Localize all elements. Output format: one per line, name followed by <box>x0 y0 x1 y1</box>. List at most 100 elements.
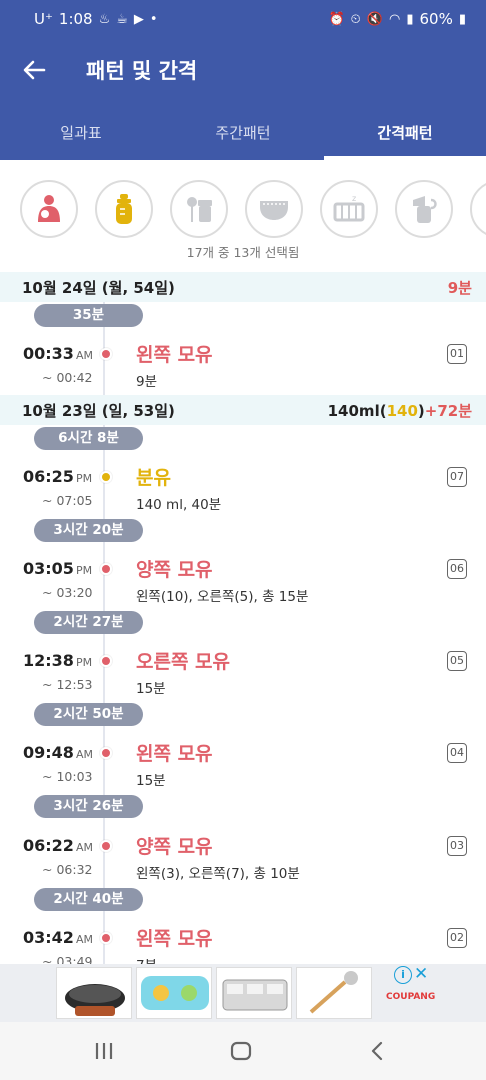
interval-list[interactable]: 10월 24일 (월, 54일) 9분 35분 00:33 AM ~ 00:42 … <box>0 272 486 964</box>
tab-schedule[interactable]: 일과표 <box>0 110 162 160</box>
tab-interval-pattern[interactable]: 간격패턴 <box>324 110 486 160</box>
filter-breastfeeding[interactable] <box>20 180 78 238</box>
entry-number-badge: 02 <box>447 928 467 948</box>
cup-icon: ☕ <box>116 11 128 27</box>
clock: 1:08 <box>58 10 93 28</box>
filter-pumping[interactable] <box>395 180 453 238</box>
day-label: 10월 24일 (월, 54일) <box>22 279 175 297</box>
feeding-entry[interactable]: 03:42AM ~ 03:49 왼쪽 모유 7분 02 <box>0 928 486 964</box>
entry-time: 12:38 <box>23 651 74 670</box>
entry-ampm: PM <box>75 656 93 669</box>
breastfeeding-dot-icon <box>100 563 112 575</box>
dot-icon: • <box>149 11 158 27</box>
day-summary: 9분 <box>447 279 472 297</box>
entry-end-time: ~ 00:42 <box>42 370 93 385</box>
ad-info-icon[interactable]: i <box>394 966 412 984</box>
interval-pill: 2시간 27분 <box>34 611 143 634</box>
ad-brand-label: COUPANG <box>386 992 436 1002</box>
entry-time: 03:05 <box>23 559 74 578</box>
breastfeeding-dot-icon <box>100 655 112 667</box>
entry-number-badge: 01 <box>447 344 467 364</box>
entry-number-badge: 07 <box>447 467 467 487</box>
day-summary-paren-open: ( <box>379 402 387 420</box>
breastfeeding-dot-icon <box>100 747 112 759</box>
more-icon <box>482 192 486 226</box>
entry-detail: 왼쪽(10), 오른쪽(5), 총 15분 <box>136 589 309 605</box>
entry-ampm: PM <box>75 564 93 577</box>
chevron-left-icon <box>371 1041 383 1061</box>
recent-apps-icon <box>95 1043 113 1059</box>
day-summary: 140ml(140)+72분 <box>328 400 472 421</box>
day-summary-paren-close: ) <box>417 402 425 420</box>
entry-detail: 140 ml, 40분 <box>136 497 222 513</box>
ad-image-tray[interactable] <box>216 967 292 1019</box>
ad-image-kids-case[interactable] <box>136 967 212 1019</box>
ad-image-grill-pan[interactable] <box>56 967 132 1019</box>
wifi-icon: ◠ <box>389 11 401 27</box>
day-header: 10월 24일 (월, 54일) 9분 <box>0 272 486 302</box>
entry-detail: 7분 <box>136 954 157 964</box>
filter-sleep[interactable]: z <box>320 180 378 238</box>
interval-pill: 2시간 50분 <box>34 703 143 726</box>
recent-apps-button[interactable] <box>84 1036 124 1066</box>
carrier-label: U⁺ <box>34 10 53 28</box>
alarm-lock-icon: ⏰ <box>328 11 345 27</box>
status-bar: U⁺ 1:08 ♨ ☕ ▶ • ⏰ ⏲ 🔇 ◠ ▮ 60% ▮ <box>0 0 486 38</box>
entry-time: 00:33 <box>23 344 74 363</box>
entry-time: 09:48 <box>23 743 74 762</box>
interval-pill: 35분 <box>34 304 143 327</box>
tab-weekly-pattern[interactable]: 주간패턴 <box>162 110 324 160</box>
youtube-icon: ▶ <box>133 11 144 27</box>
interval-pill: 3시간 20분 <box>34 519 143 542</box>
home-button[interactable] <box>221 1036 261 1066</box>
filter-diaper[interactable] <box>245 180 303 238</box>
baby-food-icon <box>187 197 212 222</box>
battery-percent: 60% <box>419 10 453 28</box>
ad-image-ladle[interactable] <box>296 967 372 1019</box>
interval-pill: 3시간 26분 <box>34 795 143 818</box>
tab-bar: 일과표 주간패턴 간격패턴 <box>0 110 486 160</box>
system-nav-bar <box>0 1022 486 1080</box>
entry-title: 분유 <box>136 467 171 489</box>
entry-ampm: AM <box>75 349 93 362</box>
alarm-icon: ⏲ <box>350 11 361 27</box>
breast-pump-icon <box>413 196 437 223</box>
filter-more[interactable] <box>470 180 486 238</box>
breastfeeding-dot-icon <box>100 932 112 944</box>
day-summary-paren-value: 140 <box>386 402 418 420</box>
entry-time: 06:22 <box>23 836 74 855</box>
entry-time: 06:25 <box>23 467 74 486</box>
page-title: 패턴 및 간격 <box>86 59 198 83</box>
entry-number-badge: 06 <box>447 559 467 579</box>
entry-ampm: AM <box>75 841 93 854</box>
entry-title: 왼쪽 모유 <box>136 928 213 950</box>
baby-bottle-icon <box>116 194 132 224</box>
filter-formula[interactable] <box>95 180 153 238</box>
day-label: 10월 23일 (일, 53일) <box>22 402 175 420</box>
day-header: 10월 23일 (일, 53일) 140ml(140)+72분 <box>0 395 486 425</box>
home-icon <box>230 1041 252 1061</box>
ad-close-icon[interactable]: ✕ <box>414 964 428 984</box>
back-button[interactable] <box>16 52 52 88</box>
entry-ampm: PM <box>75 472 93 485</box>
entry-number-badge: 03 <box>447 836 467 856</box>
filter-baby-food[interactable] <box>170 180 228 238</box>
filter-bar: z 17개 중 13개 선택됨 <box>0 160 486 270</box>
back-arrow-icon <box>23 60 46 80</box>
filter-count-text: 17개 중 13개 선택됨 <box>186 245 300 260</box>
entry-number-badge: 05 <box>447 651 467 671</box>
svg-text:z: z <box>352 194 356 203</box>
entry-end-time: ~ 06:32 <box>42 862 93 877</box>
entry-title: 양쪽 모유 <box>136 559 213 581</box>
interval-pill: 6시간 8분 <box>34 427 143 450</box>
entry-number-badge: 04 <box>447 743 467 763</box>
breastfeeding-dot-icon <box>100 348 112 360</box>
battery-icon: ▮ <box>458 11 466 27</box>
signal-icon: ▮ <box>406 11 414 27</box>
entry-title: 왼쪽 모유 <box>136 344 213 366</box>
system-back-button[interactable] <box>357 1036 397 1066</box>
entry-detail: 9분 <box>136 374 158 390</box>
diaper-icon <box>260 201 288 220</box>
data-saver-icon: ♨ <box>98 11 111 27</box>
ad-banner[interactable]: i ✕ COUPANG <box>0 964 486 1022</box>
